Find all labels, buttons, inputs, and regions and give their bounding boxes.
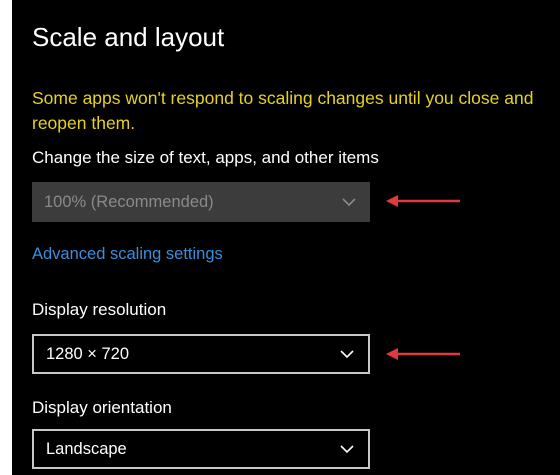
settings-panel: Scale and layout Some apps won't respond… [12, 0, 560, 475]
chevron-down-icon [330, 432, 364, 466]
section-title: Scale and layout [32, 22, 225, 52]
red-arrow-icon [386, 195, 460, 207]
chevron-down-icon [330, 337, 364, 371]
resolution-dropdown-value: 1280 × 720 [46, 344, 130, 363]
resolution-label: Display resolution [32, 300, 167, 319]
scaling-warning: Some apps won't respond to scaling chang… [32, 88, 534, 133]
scale-label: Change the size of text, apps, and other… [32, 148, 379, 167]
advanced-scaling-link[interactable]: Advanced scaling settings [32, 245, 223, 264]
orientation-dropdown-value: Landscape [46, 439, 127, 458]
orientation-dropdown[interactable]: Landscape [32, 429, 370, 469]
orientation-label: Display orientation [32, 398, 172, 417]
resolution-dropdown[interactable]: 1280 × 720 [32, 334, 370, 374]
chevron-down-icon [332, 185, 366, 219]
red-arrow-icon [386, 348, 460, 360]
scale-dropdown-value: 100% (Recommended) [44, 192, 214, 211]
scale-dropdown: 100% (Recommended) [32, 182, 370, 222]
